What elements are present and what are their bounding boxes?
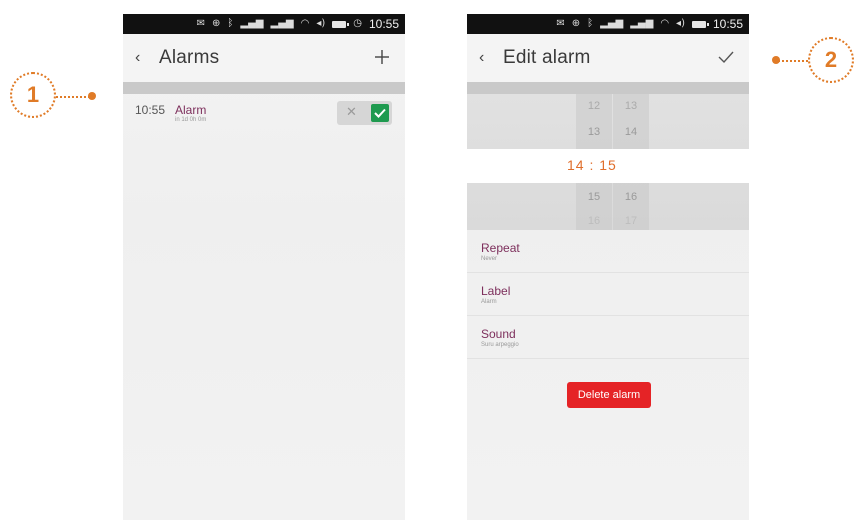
- setting-title: Repeat: [481, 241, 520, 255]
- message-icon: ✉: [556, 18, 565, 29]
- edit-alarm-screen: ✉ ⊕ ᛒ ▂▄▆ ▂▄▆ ◠ ◂) 10:55 ‹ Edit alarm 12…: [467, 14, 749, 520]
- callout-badge-1: 1: [10, 72, 56, 118]
- bluetooth-icon: ᛒ: [587, 18, 594, 29]
- callout-leader-line: [778, 60, 808, 62]
- alarm-list-item[interactable]: 10:55 Alarm in 1d 0h 0m ✕: [123, 94, 405, 140]
- picker-hour: 13: [587, 126, 601, 138]
- signal-icon: ▂▄▆: [270, 18, 294, 29]
- volume-icon: ◂): [676, 18, 685, 29]
- time-picker[interactable]: 12 13 13 14 14 : 15 15 16 16 17: [467, 94, 749, 230]
- alarm-clock-icon: ◷: [353, 18, 362, 29]
- picker-minute: 16: [624, 191, 638, 203]
- setting-title: Sound: [481, 327, 516, 341]
- alarm-name: Alarm: [175, 103, 207, 117]
- bluetooth-icon: ᛒ: [227, 18, 234, 29]
- alarms-screen: ✉ ⊕ ᛒ ▂▄▆ ▂▄▆ ◠ ◂) ◷ 10:55 ‹ Alarms 10:5…: [123, 14, 405, 520]
- checkmark-icon: [374, 108, 386, 118]
- setting-sound[interactable]: Sound Suru arpeggio: [467, 316, 749, 359]
- alarm-countdown: in 1d 0h 0m: [175, 117, 207, 123]
- callout-number: 1: [26, 82, 40, 107]
- picker-hour: 16: [587, 215, 601, 227]
- page-header: ‹ Alarms: [123, 34, 405, 82]
- signal-icon: ▂▄▆: [240, 18, 264, 29]
- picker-minute: 17: [624, 215, 638, 227]
- selected-time: 14 : 15: [567, 157, 617, 173]
- battery-icon: [332, 20, 350, 28]
- status-time: 10:55: [712, 17, 743, 31]
- delete-alarm-button[interactable]: Delete alarm: [567, 382, 651, 408]
- section-divider: [123, 82, 405, 94]
- battery-icon: [691, 20, 709, 28]
- callout-dot: [772, 56, 780, 64]
- setting-value: Alarm: [481, 299, 497, 305]
- alarm-time: 10:55: [135, 103, 166, 117]
- back-chevron-icon[interactable]: ‹: [479, 49, 503, 67]
- alarm-enable-toggle[interactable]: ✕: [337, 101, 392, 125]
- back-chevron-icon[interactable]: ‹: [135, 49, 159, 67]
- picker-minute: 13: [624, 100, 638, 112]
- setting-value: Suru arpeggio: [481, 342, 519, 348]
- callout-leader-line: [56, 96, 90, 98]
- setting-label[interactable]: Label Alarm: [467, 273, 749, 316]
- setting-value: Never: [481, 256, 498, 262]
- volume-icon: ◂): [316, 18, 326, 29]
- add-icon: [375, 50, 389, 64]
- close-x-icon: ✕: [346, 104, 357, 119]
- status-time: 10:55: [368, 17, 399, 31]
- picker-hour: 12: [587, 100, 601, 112]
- callout-badge-2: 2: [808, 37, 854, 83]
- picker-minute: 14: [624, 126, 638, 138]
- location-icon: ⊕: [571, 18, 581, 29]
- setting-title: Label: [481, 284, 511, 298]
- callout-dot: [88, 92, 96, 100]
- setting-repeat[interactable]: Repeat Never: [467, 230, 749, 273]
- page-header: ‹ Edit alarm: [467, 34, 749, 82]
- confirm-button[interactable]: [715, 46, 737, 68]
- wifi-icon: ◠: [660, 18, 670, 29]
- toggle-knob: [371, 104, 389, 122]
- status-bar: ✉ ⊕ ᛒ ▂▄▆ ▂▄▆ ◠ ◂) ◷ 10:55: [123, 14, 405, 34]
- callout-number: 2: [824, 47, 838, 72]
- picker-selection-row: 14 : 15: [467, 149, 749, 183]
- page-title: Edit alarm: [503, 47, 591, 68]
- signal-icon: ▂▄▆: [630, 18, 654, 29]
- section-divider: [467, 82, 749, 94]
- checkmark-icon: [718, 51, 734, 64]
- add-alarm-button[interactable]: [371, 46, 393, 68]
- wifi-icon: ◠: [300, 18, 310, 29]
- page-title: Alarms: [159, 47, 220, 68]
- message-icon: ✉: [196, 18, 206, 29]
- signal-icon: ▂▄▆: [600, 18, 624, 29]
- picker-hour: 15: [587, 191, 601, 203]
- status-bar: ✉ ⊕ ᛒ ▂▄▆ ▂▄▆ ◠ ◂) 10:55: [467, 14, 749, 34]
- location-icon: ⊕: [212, 18, 221, 29]
